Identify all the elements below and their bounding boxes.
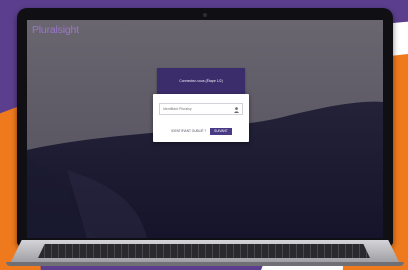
next-button[interactable]: SUIVANT — [210, 127, 232, 135]
username-input[interactable] — [163, 105, 235, 113]
username-field[interactable] — [159, 103, 243, 115]
laptop-lid: Pluralsight Connectez-vous (Étape 1/2) I… — [17, 8, 393, 246]
keyboard — [38, 244, 370, 258]
pluralsight-logo: Pluralsight — [32, 24, 79, 36]
login-header: Connectez-vous (Étape 1/2) — [157, 68, 245, 94]
login-card: IDENTIFIANT OUBLIÉ ? SUIVANT — [153, 94, 249, 142]
webcam-icon — [203, 13, 207, 17]
user-icon — [234, 107, 239, 113]
scene: Pluralsight Connectez-vous (Étape 1/2) I… — [0, 0, 408, 270]
laptop-base-lip — [6, 262, 404, 266]
login-actions: IDENTIFIANT OUBLIÉ ? SUIVANT — [153, 127, 249, 135]
login-title: Connectez-vous (Étape 1/2) — [179, 79, 223, 83]
laptop-screen: Pluralsight Connectez-vous (Étape 1/2) I… — [27, 20, 383, 238]
forgot-username-button[interactable]: IDENTIFIANT OUBLIÉ ? — [170, 128, 207, 135]
